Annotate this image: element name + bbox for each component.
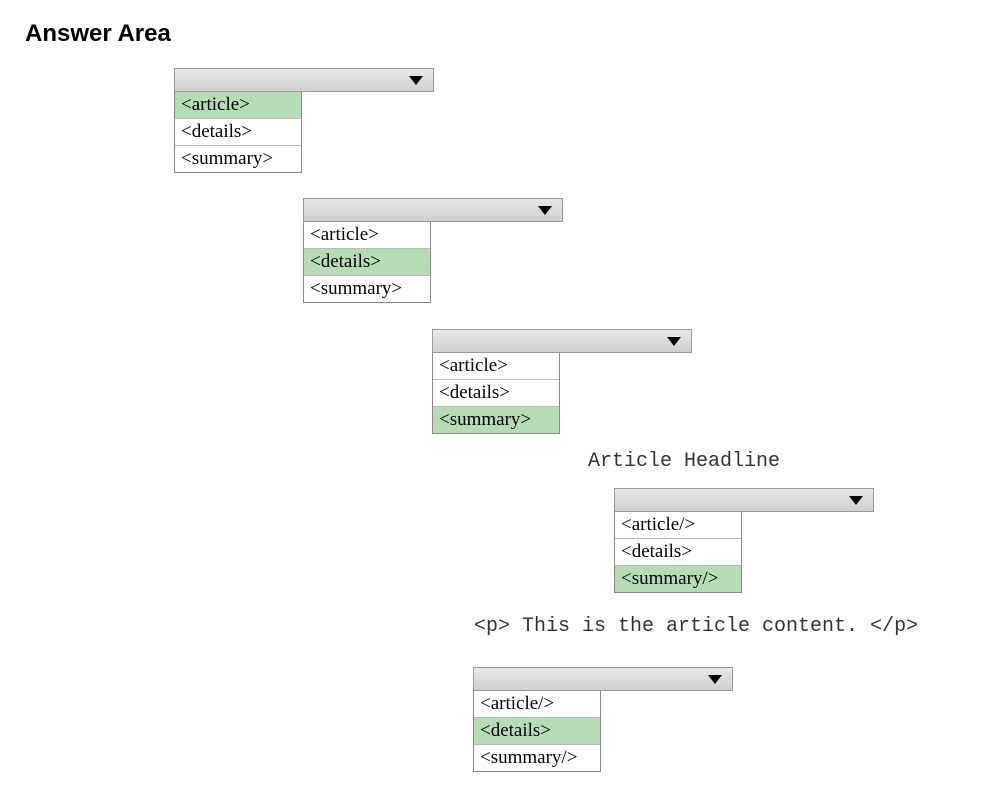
option-list-2: <article> <details> <summary>: [303, 222, 431, 303]
option-details[interactable]: <details>: [615, 539, 741, 566]
option-details[interactable]: <details>: [175, 119, 301, 146]
dropdown-bar-2[interactable]: [303, 198, 563, 222]
option-article[interactable]: <article>: [304, 222, 430, 249]
paragraph-text: <p> This is the article content. </p>: [474, 615, 918, 638]
option-details[interactable]: <details>: [474, 718, 600, 745]
option-details[interactable]: <details>: [304, 249, 430, 276]
chevron-down-icon: [849, 496, 863, 505]
dropdown-block-1: <article> <details> <summary>: [174, 68, 434, 173]
option-article[interactable]: <article>: [175, 92, 301, 119]
option-summary[interactable]: <summary>: [175, 146, 301, 172]
chevron-down-icon: [538, 206, 552, 215]
option-article[interactable]: <article>: [433, 353, 559, 380]
option-details[interactable]: <details>: [433, 380, 559, 407]
dropdown-block-2: <article> <details> <summary>: [303, 198, 563, 303]
chevron-down-icon: [708, 675, 722, 684]
dropdown-bar-1[interactable]: [174, 68, 434, 92]
option-article-close[interactable]: <article/>: [615, 512, 741, 539]
option-article-close[interactable]: <article/>: [474, 691, 600, 718]
dropdown-bar-3[interactable]: [432, 329, 692, 353]
option-summary[interactable]: <summary>: [304, 276, 430, 302]
dropdown-bar-4[interactable]: [614, 488, 874, 512]
chevron-down-icon: [409, 76, 423, 85]
option-summary-close[interactable]: <summary/>: [615, 566, 741, 592]
option-list-4: <article/> <details> <summary/>: [614, 512, 742, 593]
page-title: Answer Area: [25, 20, 967, 48]
headline-text: Article Headline: [588, 450, 780, 473]
option-list-5: <article/> <details> <summary/>: [473, 691, 601, 772]
option-summary[interactable]: <summary>: [433, 407, 559, 433]
option-summary-close[interactable]: <summary/>: [474, 745, 600, 771]
dropdown-block-5: <article/> <details> <summary/>: [473, 667, 733, 772]
option-list-1: <article> <details> <summary>: [174, 92, 302, 173]
dropdown-bar-5[interactable]: [473, 667, 733, 691]
chevron-down-icon: [667, 337, 681, 346]
dropdown-block-3: <article> <details> <summary>: [432, 329, 692, 434]
dropdown-block-4: <article/> <details> <summary/>: [614, 488, 874, 593]
option-list-3: <article> <details> <summary>: [432, 353, 560, 434]
